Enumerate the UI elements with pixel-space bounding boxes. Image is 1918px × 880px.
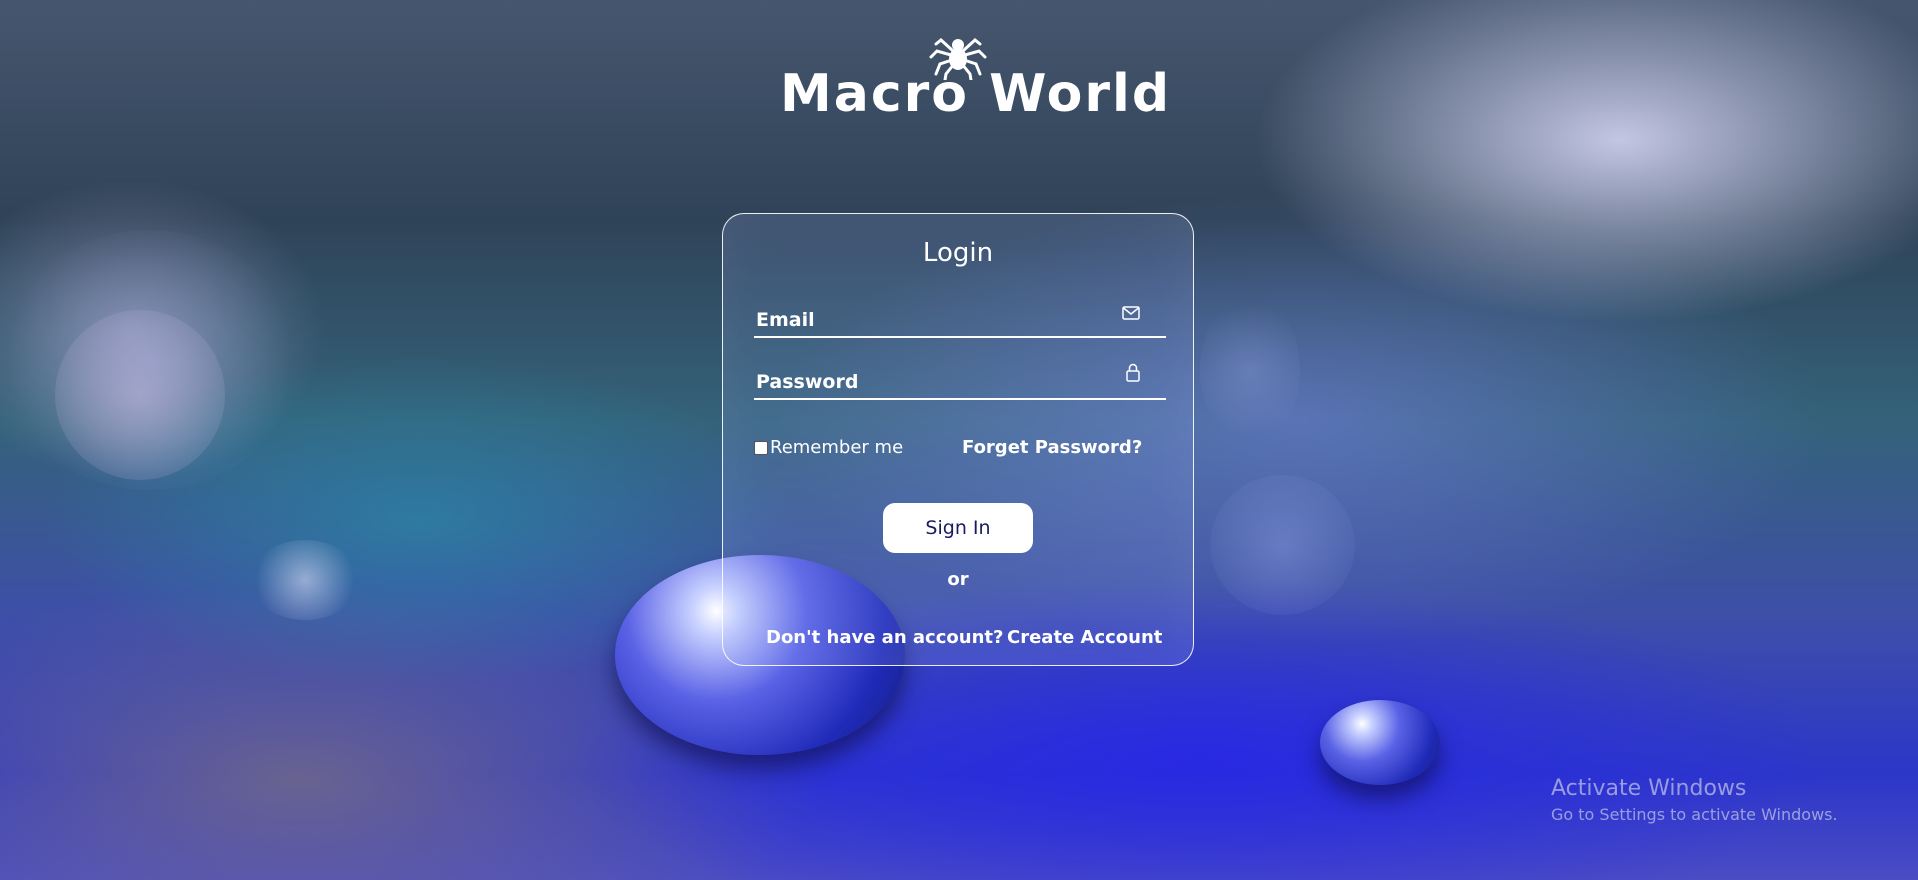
no-account-text: Don't have an account? [766, 627, 1004, 648]
remember-me-checkbox[interactable] [754, 440, 768, 455]
logo: Macro World [780, 30, 1172, 125]
sign-in-button[interactable]: Sign In [883, 503, 1033, 553]
password-label: Password [756, 371, 859, 393]
background-bokeh [250, 540, 360, 620]
password-field[interactable]: Password [754, 358, 1166, 400]
email-label: Email [756, 309, 815, 331]
background-bokeh [1200, 295, 1300, 445]
login-title: Login [922, 238, 994, 268]
water-drop [1320, 700, 1440, 785]
or-separator: or [947, 569, 969, 590]
background-bokeh [1210, 475, 1355, 615]
remember-me: Remember me [754, 437, 903, 458]
lock-icon [1126, 363, 1140, 386]
logo-text: Macro World [780, 64, 1172, 124]
watermark-subtitle: Go to Settings to activate Windows. [1551, 805, 1838, 824]
activate-windows-watermark: Activate Windows Go to Settings to activ… [1551, 776, 1838, 824]
remember-me-label: Remember me [770, 437, 904, 458]
login-page: Macro World Login Email Password Remembe… [0, 0, 1918, 880]
email-field[interactable]: Email [754, 296, 1166, 338]
watermark-title: Activate Windows [1551, 776, 1747, 801]
mail-icon [1122, 305, 1140, 324]
forgot-password-link[interactable]: Forget Password? [962, 437, 1142, 458]
background-bokeh [0, 230, 300, 490]
create-account-link[interactable]: Create Account [1007, 627, 1162, 648]
